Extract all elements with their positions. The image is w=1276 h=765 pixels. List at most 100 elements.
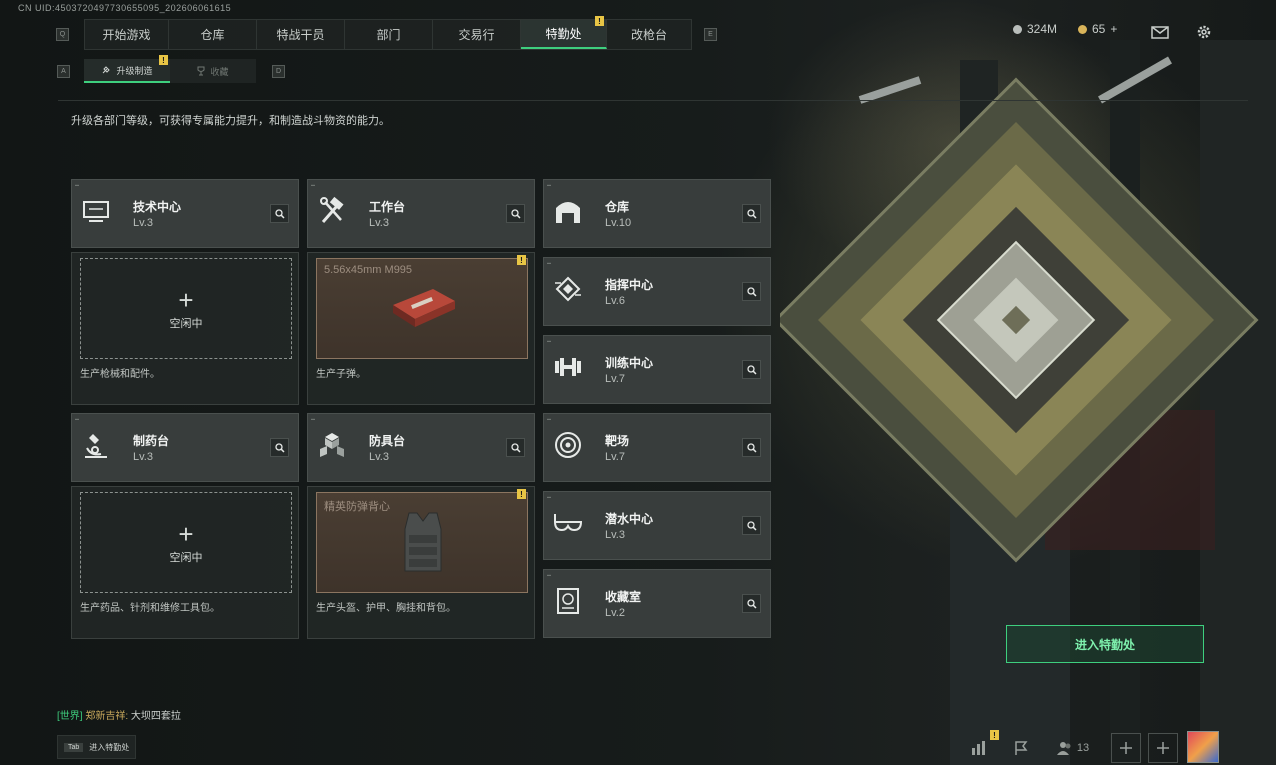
- search-icon: [746, 286, 757, 297]
- add-icon: +: [178, 284, 194, 315]
- card-corner-mark: ▬: [75, 182, 79, 187]
- tab-key: Tab: [64, 742, 84, 752]
- search-icon: [510, 442, 521, 453]
- player-avatar[interactable]: [1187, 731, 1219, 763]
- sub-nav-tabs: 升级制造 ! 收藏: [84, 55, 256, 83]
- tab-upgrade-craft-label: 升级制造: [116, 65, 153, 76]
- enter-special-ops-button[interactable]: 进入特勤处: [1006, 625, 1204, 663]
- plus-icon: [1120, 742, 1132, 754]
- department-card-command-center[interactable]: ▬ 指挥中心 Lv.6: [543, 257, 771, 326]
- monitor-icon: [83, 201, 109, 222]
- department-card-shooting-range[interactable]: ▬ 靶场 Lv.7: [543, 413, 771, 482]
- search-button[interactable]: [742, 360, 761, 379]
- tab-special-ops-label: 特勤处: [545, 27, 582, 41]
- tab-collection[interactable]: 收藏: [170, 59, 256, 83]
- department-name: 训练中心: [605, 356, 654, 370]
- search-icon: [746, 364, 757, 375]
- silver-currency: 324M: [1013, 22, 1057, 36]
- station-level: Lv.3: [369, 451, 389, 463]
- station-card-pharmacy[interactable]: ▬ 制药台 Lv.3: [71, 413, 299, 482]
- target-icon: [555, 432, 581, 458]
- station-card-armor[interactable]: ▬ 防具台 Lv.3: [307, 413, 535, 482]
- station-name: 防具台: [369, 434, 406, 448]
- station-name: 技术中心: [133, 200, 182, 214]
- search-icon: [746, 520, 757, 531]
- tab-start-game[interactable]: 开始游戏: [85, 20, 169, 49]
- gold-currency[interactable]: 65 +: [1078, 22, 1117, 36]
- add-friend-slot-1-button[interactable]: [1111, 733, 1141, 763]
- slot-caption: 生产枪械和配件。: [80, 369, 160, 380]
- department-name: 收藏室: [605, 590, 642, 604]
- tab-special-ops[interactable]: 特勤处 !: [521, 16, 607, 49]
- tab-warehouse[interactable]: 仓库: [169, 20, 257, 49]
- chat-line[interactable]: [世界] 郑新吉祥: 大坝四套拉: [57, 707, 181, 722]
- card-corner-mark: ▬: [547, 182, 551, 187]
- tab-gunsmith[interactable]: 改枪台: [607, 20, 691, 49]
- station-card-tech-center[interactable]: ▬ 技术中心 Lv.3: [71, 179, 299, 248]
- department-card-training-center[interactable]: ▬ 训练中心 Lv.7: [543, 335, 771, 404]
- department-level: Lv.6: [605, 295, 625, 307]
- card-corner-mark: ▬: [547, 416, 551, 421]
- craft-icon: [103, 66, 111, 74]
- search-button[interactable]: [270, 438, 289, 457]
- tab-departments[interactable]: 部门: [345, 20, 433, 49]
- flag-button[interactable]: [1006, 733, 1036, 763]
- trophy-icon: [197, 66, 205, 76]
- ammo-box-icon: [393, 289, 455, 327]
- department-card-warehouse[interactable]: ▬ 仓库 Lv.10: [543, 179, 771, 248]
- search-button[interactable]: [506, 438, 525, 457]
- card-corner-mark: ▬: [547, 260, 551, 265]
- search-icon: [274, 442, 285, 453]
- station-level: Lv.3: [369, 217, 389, 229]
- tab-trading[interactable]: 交易行: [433, 20, 521, 49]
- settings-gear-icon[interactable]: [1196, 24, 1212, 40]
- slot-caption: 生产子弹。: [316, 369, 366, 380]
- collection-icon: [557, 588, 579, 614]
- search-button[interactable]: [270, 204, 289, 223]
- idle-slot[interactable]: + 空闲中: [80, 258, 292, 359]
- nav-next-key-hint: E: [704, 28, 717, 41]
- department-level: Lv.2: [605, 607, 625, 619]
- nav-prev-key-hint: Q: [56, 28, 69, 41]
- production-slot-armor[interactable]: 精英防弹背心 ! 生产头盔、护甲、胸挂和背包。: [307, 486, 535, 639]
- search-button[interactable]: [742, 204, 761, 223]
- tab-operators[interactable]: 特战干员: [257, 20, 345, 49]
- idle-label: 空闲中: [169, 317, 203, 330]
- search-button[interactable]: [742, 282, 761, 301]
- department-level: Lv.10: [605, 217, 632, 229]
- silver-coin-icon: [1013, 24, 1022, 34]
- production-slot-tech-center[interactable]: + 空闲中 生产枪械和配件。: [71, 252, 299, 405]
- tab-upgrade-craft-badge: !: [159, 55, 168, 65]
- add-friend-slot-2-button[interactable]: [1148, 733, 1178, 763]
- department-card-diving-center[interactable]: ▬ 潜水中心 Lv.3: [543, 491, 771, 560]
- stats-button[interactable]: !: [964, 730, 999, 763]
- subnav-prev-key-hint: A: [57, 65, 70, 78]
- search-button[interactable]: [742, 516, 761, 535]
- department-card-collection-room[interactable]: ▬ 收藏室 Lv.2: [543, 569, 771, 638]
- search-button[interactable]: [742, 438, 761, 457]
- idle-slot[interactable]: + 空闲中: [80, 492, 292, 593]
- slot-caption: 生产药品、针剂和维修工具包。: [80, 603, 220, 614]
- chip-icon: [555, 276, 581, 302]
- product-item[interactable]: 5.56x45mm M995 !: [316, 255, 528, 359]
- production-slot-pharmacy[interactable]: + 空闲中 生产药品、针剂和维修工具包。: [71, 486, 299, 639]
- mail-icon[interactable]: [1151, 26, 1169, 39]
- product-badge: !: [517, 489, 526, 499]
- product-item[interactable]: 精英防弹背心 !: [316, 489, 528, 593]
- station-name: 工作台: [369, 200, 406, 214]
- diving-mask-icon: [553, 514, 583, 532]
- card-corner-mark: ▬: [311, 182, 315, 187]
- tab-key-hint[interactable]: Tab 进入特勤处: [57, 735, 137, 759]
- production-slot-workbench[interactable]: 5.56x45mm M995 ! 生产子弹。: [307, 252, 535, 405]
- chat-channel: [世界]: [57, 711, 83, 722]
- station-card-workbench[interactable]: ▬ 工作台 Lv.3: [307, 179, 535, 248]
- search-button[interactable]: [506, 204, 525, 223]
- search-icon: [510, 208, 521, 219]
- gold-amount: 65: [1092, 22, 1106, 36]
- gold-add-icon[interactable]: +: [1110, 22, 1117, 36]
- search-button[interactable]: [742, 594, 761, 613]
- tab-upgrade-craft[interactable]: 升级制造 !: [84, 55, 170, 83]
- station-name: 制药台: [133, 434, 170, 448]
- stats-badge: !: [990, 730, 999, 740]
- friends-button[interactable]: 13: [1052, 733, 1094, 763]
